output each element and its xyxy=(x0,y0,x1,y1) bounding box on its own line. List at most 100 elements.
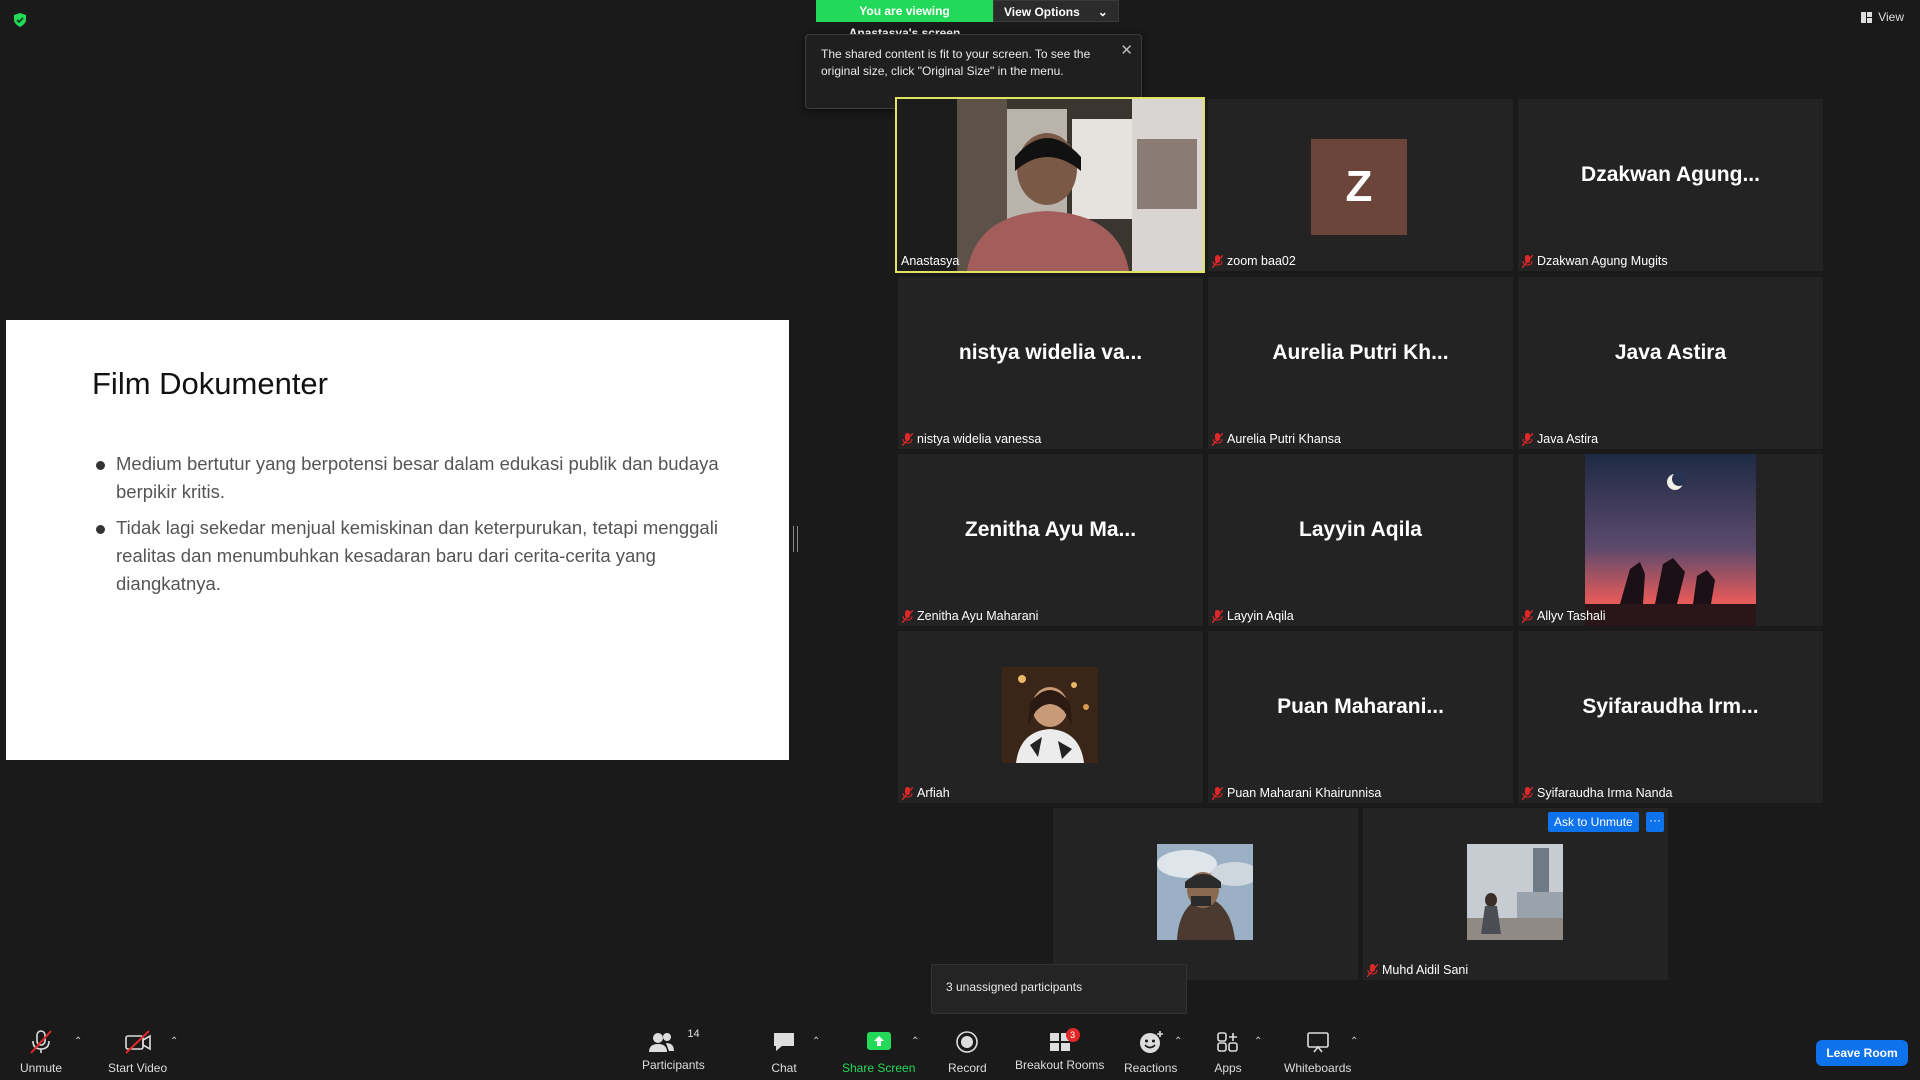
participant-display-name: Layyin Aqila xyxy=(1299,518,1422,541)
participants-button[interactable]: 14 Participants xyxy=(642,1028,705,1072)
chevron-up-icon[interactable]: ⌃ xyxy=(74,1036,82,1047)
video-tile-zenitha[interactable]: Zenitha Ayu Ma... Zenitha Ayu Maharani xyxy=(898,454,1203,626)
ask-to-unmute-button[interactable]: Ask to Unmute xyxy=(1548,812,1639,832)
video-tile-java[interactable]: Java Astira Java Astira xyxy=(1518,277,1823,449)
chevron-up-icon[interactable]: ⌃ xyxy=(911,1036,919,1047)
tooltip-text: The shared content is fit to your screen… xyxy=(821,47,1091,78)
participant-display-name: Zenitha Ayu Ma... xyxy=(964,518,1137,541)
breakout-badge: 3 xyxy=(1065,1028,1080,1042)
avatar-letter: Z xyxy=(1311,139,1407,235)
mic-off-icon xyxy=(1522,254,1533,268)
video-tile-muhd[interactable]: Muhd Aidil Sani xyxy=(1363,808,1668,980)
mic-off-icon xyxy=(1212,609,1223,623)
viewing-banner: You are viewing Anastasya's screen View … xyxy=(816,0,1119,40)
breakout-rooms-button[interactable]: 3 Breakout Rooms xyxy=(1015,1028,1104,1072)
reactions-label: Reactions xyxy=(1124,1061,1178,1075)
chevron-up-icon[interactable]: ⌃ xyxy=(1174,1036,1182,1047)
profile-photo xyxy=(1002,667,1098,763)
slide-bullet: Tidak lagi sekedar menjual kemiskinan da… xyxy=(92,514,722,598)
chat-button[interactable]: Chat xyxy=(770,1030,798,1075)
mic-off-icon xyxy=(902,609,913,623)
mic-off-icon xyxy=(1522,432,1533,446)
video-tile-arfiah[interactable]: Arfiah xyxy=(898,631,1203,803)
participant-name-label: Aurelia Putri Khansa xyxy=(1212,432,1341,446)
chevron-up-icon[interactable]: ⌃ xyxy=(170,1036,178,1047)
mic-off-icon xyxy=(1212,786,1223,800)
unassigned-participants-text: 3 unassigned participants xyxy=(946,980,1083,994)
start-video-label: Start Video xyxy=(108,1061,168,1075)
participants-icon xyxy=(649,1033,675,1052)
mic-off-icon xyxy=(1212,254,1223,268)
unassigned-participants-popup[interactable]: 3 unassigned participants xyxy=(931,964,1187,1014)
video-tile-unnamed[interactable] xyxy=(1053,808,1358,980)
whiteboards-button[interactable]: Whiteboards xyxy=(1284,1030,1351,1075)
apps-icon xyxy=(1217,1032,1238,1052)
slide-bullet: Medium bertutur yang berpotensi besar da… xyxy=(92,450,722,506)
mic-off-icon xyxy=(1522,786,1533,800)
video-tile-aurelia[interactable]: Aurelia Putri Kh... Aurelia Putri Khansa xyxy=(1208,277,1513,449)
chevron-up-icon[interactable]: ⌃ xyxy=(1350,1036,1358,1047)
record-button[interactable]: Record xyxy=(948,1030,987,1075)
profile-photo xyxy=(1467,844,1563,940)
profile-photo xyxy=(1585,454,1756,626)
participant-display-name: nistya widelia va... xyxy=(958,341,1143,364)
chat-label: Chat xyxy=(771,1061,797,1075)
mic-off-icon xyxy=(1522,609,1533,623)
chevron-up-icon[interactable]: ⌃ xyxy=(812,1036,820,1047)
participant-display-name: Syifaraudha Irm... xyxy=(1582,695,1759,718)
start-video-button[interactable]: Start Video xyxy=(108,1030,167,1075)
view-label: View xyxy=(1878,10,1904,24)
security-shield-icon[interactable] xyxy=(12,12,28,28)
video-tile-syifaraudha[interactable]: Syifaraudha Irm... Syifaraudha Irma Nand… xyxy=(1518,631,1823,803)
participant-name-label: Dzakwan Agung Mugits xyxy=(1522,254,1668,268)
tile-more-options-button[interactable]: ··· xyxy=(1646,812,1664,832)
video-tile-zoom-baa02[interactable]: Z zoom baa02 xyxy=(1208,99,1513,271)
video-tile-layyin[interactable]: Layyin Aqila Layyin Aqila xyxy=(1208,454,1513,626)
video-tile-allyv[interactable]: Allyv Tashali xyxy=(1518,454,1823,626)
chevron-down-icon: ⌄ xyxy=(1097,5,1108,19)
participants-label: Participants xyxy=(642,1058,705,1072)
slide-bullet-list: Medium bertutur yang berpotensi besar da… xyxy=(92,450,722,606)
participants-count: 14 xyxy=(687,1028,700,1040)
whiteboards-label: Whiteboards xyxy=(1284,1061,1352,1075)
participant-name-label: Puan Maharani Khairunnisa xyxy=(1212,786,1381,800)
video-tile-puan[interactable]: Puan Maharani... Puan Maharani Khairunni… xyxy=(1208,631,1513,803)
view-options-button[interactable]: View Options ⌄ xyxy=(993,0,1119,22)
close-icon[interactable]: ✕ xyxy=(1120,41,1133,59)
smiley-icon xyxy=(1139,1031,1163,1053)
video-tile-nistya[interactable]: nistya widelia va... nistya widelia vane… xyxy=(898,277,1203,449)
whiteboard-icon xyxy=(1306,1032,1329,1053)
participant-name-label: Anastasya xyxy=(901,254,960,268)
participant-name-label: zoom baa02 xyxy=(1212,254,1296,268)
mic-off-icon xyxy=(1367,963,1378,977)
view-button[interactable]: View xyxy=(1861,10,1904,24)
chevron-up-icon[interactable]: ⌃ xyxy=(1254,1036,1262,1047)
participant-name-label: Layyin Aqila xyxy=(1212,609,1294,623)
participant-display-name: Aurelia Putri Kh... xyxy=(1272,341,1449,364)
participant-name-label: Muhd Aidil Sani xyxy=(1367,963,1468,977)
splitter-handle[interactable] xyxy=(793,526,798,552)
participant-name-label: Arfiah xyxy=(902,786,950,800)
unmute-button[interactable]: Unmute xyxy=(20,1030,62,1075)
participant-name-label: Syifaraudha Irma Nanda xyxy=(1522,786,1673,800)
shared-slide: Film Dokumenter Medium bertutur yang ber… xyxy=(6,320,789,760)
unmute-label: Unmute xyxy=(20,1061,63,1075)
video-tile-dzakwan[interactable]: Dzakwan Agung... Dzakwan Agung Mugits xyxy=(1518,99,1823,271)
profile-photo xyxy=(1157,844,1253,940)
reactions-button[interactable]: Reactions xyxy=(1124,1030,1177,1075)
video-off-icon xyxy=(124,1030,151,1054)
apps-button[interactable]: Apps xyxy=(1214,1030,1242,1075)
participant-display-name: Dzakwan Agung... xyxy=(1581,163,1760,186)
video-tile-anastasya[interactable]: Anastasya xyxy=(895,97,1205,273)
participant-name-label: Allyv Tashali xyxy=(1522,609,1606,623)
leave-room-button[interactable]: Leave Room xyxy=(1816,1040,1908,1066)
apps-label: Apps xyxy=(1214,1061,1242,1075)
mic-off-icon xyxy=(902,786,913,800)
share-screen-button[interactable]: Share Screen xyxy=(842,1030,915,1075)
view-options-label: View Options xyxy=(1004,5,1080,19)
mic-off-icon xyxy=(902,432,913,446)
chat-icon xyxy=(774,1033,794,1051)
mic-off-icon xyxy=(30,1030,52,1054)
mic-off-icon xyxy=(1212,432,1223,446)
record-label: Record xyxy=(948,1061,987,1075)
